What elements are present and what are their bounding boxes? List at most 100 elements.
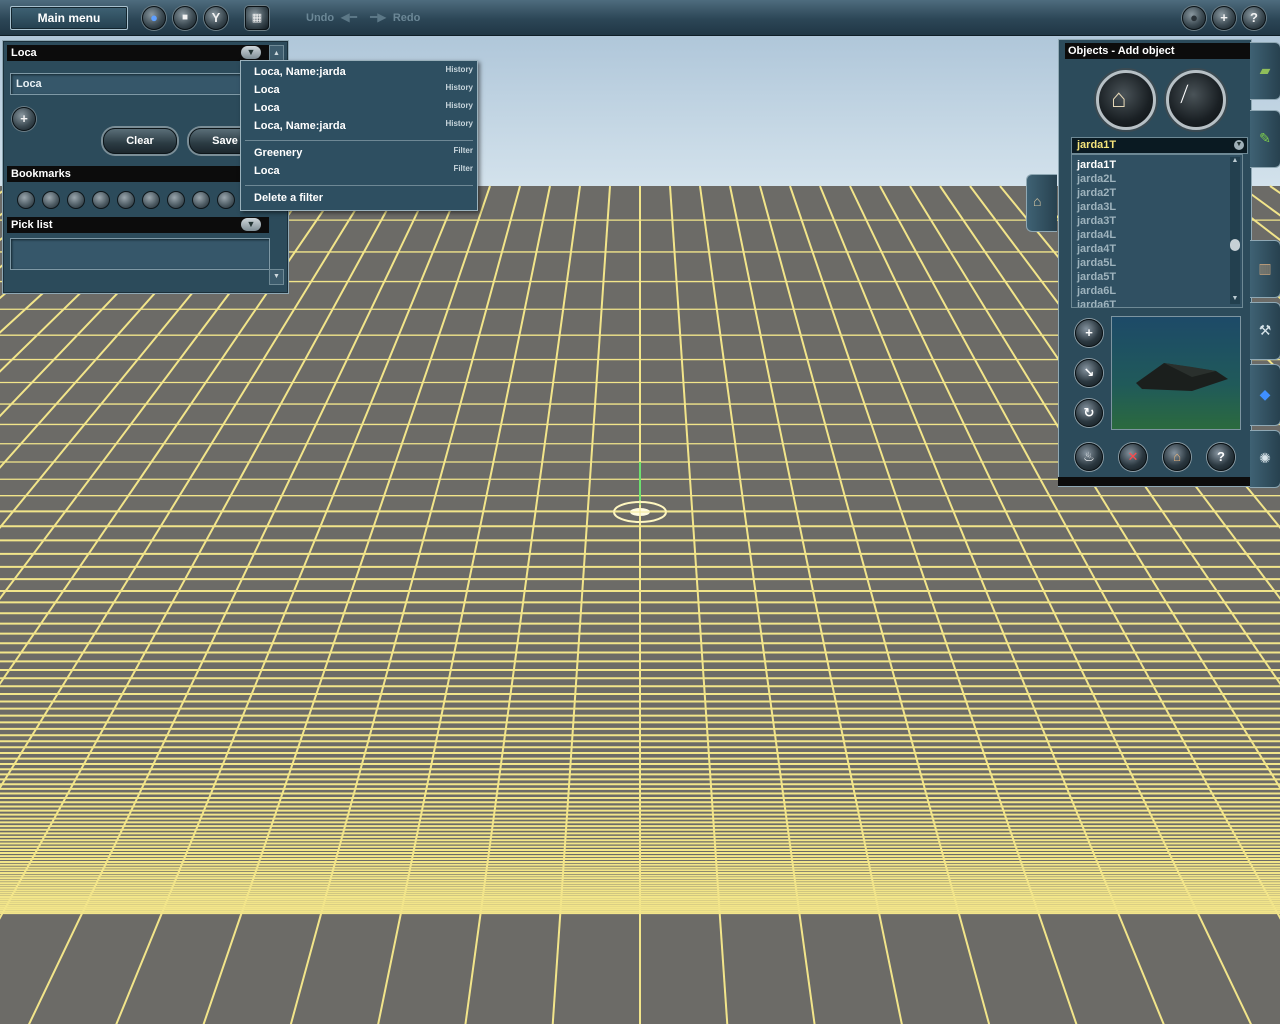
bookmark-slot[interactable] — [67, 191, 85, 209]
list-item[interactable]: jarda1T — [1077, 159, 1116, 171]
bookmark-slot[interactable] — [42, 191, 60, 209]
menu-item-history[interactable]: Loca, Name:jarda History — [241, 64, 477, 81]
bookmark-slot[interactable] — [142, 191, 160, 209]
menu-item-tag: History — [445, 83, 473, 92]
compass-icon: ⟋ — [1174, 82, 1196, 108]
object-list-scrollbar[interactable]: ▲ ▼ — [1230, 157, 1240, 304]
move-icon: ↘ — [1083, 365, 1095, 380]
menu-item-tag: History — [445, 65, 473, 74]
house-icon: ⌂ — [1111, 83, 1127, 113]
chevron-down-icon[interactable]: ▼ — [241, 46, 261, 59]
list-item[interactable]: jarda4L — [1077, 229, 1116, 241]
stop-button[interactable]: ■ — [173, 6, 197, 30]
list-item[interactable]: jarda4T — [1077, 243, 1116, 255]
rotate-icon: ↻ — [1083, 405, 1095, 420]
gear-icon: ✺ — [1259, 450, 1271, 466]
redo-arrow-icon: ━▶ — [370, 10, 390, 24]
scroll-up-icon[interactable]: ▲ — [1230, 157, 1240, 165]
add-filter-button[interactable]: + — [12, 107, 36, 131]
scroll-down-button[interactable]: ▼ — [269, 269, 284, 285]
object-list[interactable]: jarda1T jarda2L jarda2T jarda3L jarda3T … — [1071, 154, 1243, 308]
chevron-down-icon[interactable]: ▼ — [241, 218, 261, 231]
filter-field[interactable]: Loca — [10, 73, 270, 95]
menu-item-delete-filter[interactable]: Delete a filter — [241, 190, 477, 207]
add-object-mode-button[interactable]: ⌂ — [1096, 70, 1156, 130]
plus-icon: + — [20, 111, 28, 126]
list-item[interactable]: jarda5L — [1077, 257, 1116, 269]
filter-history-menu: Loca, Name:jarda History Loca History Lo… — [240, 60, 478, 211]
object-selector[interactable]: jarda1T ▼ — [1071, 137, 1248, 154]
list-item[interactable]: jarda5T — [1077, 271, 1116, 283]
brush-icon: ✎ — [1259, 130, 1271, 146]
menu-item-label: Loca — [254, 165, 280, 177]
tab-terrain[interactable]: ▰ — [1250, 42, 1280, 100]
help-icon: ? — [1217, 449, 1225, 464]
menu-item-label: Loca, Name:jarda — [254, 120, 346, 132]
filter-header-label: Loca — [11, 47, 37, 59]
fire-tool-button[interactable]: ♨ — [1075, 443, 1103, 471]
list-item[interactable]: jarda2T — [1077, 187, 1116, 199]
bookmark-slot[interactable] — [17, 191, 35, 209]
menu-item-tag: Filter — [453, 146, 473, 155]
list-item[interactable]: jarda6L — [1077, 285, 1116, 297]
route-button[interactable]: Y — [204, 6, 228, 30]
bookmark-slot[interactable] — [117, 191, 135, 209]
picklist-box[interactable] — [10, 238, 270, 270]
chevron-down-icon[interactable]: ▼ — [1234, 140, 1244, 150]
house-icon: ⌂ — [1033, 193, 1042, 209]
main-menu-button[interactable]: Main menu — [10, 6, 128, 30]
redo-button[interactable]: ━▶ Redo — [370, 10, 420, 24]
list-item[interactable]: jarda3L — [1077, 201, 1116, 213]
help-button[interactable]: ? — [1207, 443, 1235, 471]
edit-object-mode-button[interactable]: ⟋ — [1166, 70, 1226, 130]
tab-paint[interactable]: ✎ — [1250, 110, 1280, 168]
dot-icon: ● — [1190, 10, 1198, 25]
menu-item-history[interactable]: Loca History — [241, 100, 477, 117]
object-preview — [1111, 316, 1241, 430]
pick-object-button[interactable]: ⌂ — [1163, 443, 1191, 471]
list-item[interactable]: jarda3T — [1077, 215, 1116, 227]
terrain-icon: ▰ — [1259, 62, 1271, 78]
menu-item-history[interactable]: Loca, Name:jarda History — [241, 118, 477, 135]
scroll-thumb[interactable] — [1230, 239, 1240, 251]
undo-label: Undo — [306, 12, 335, 24]
rotate-tool-button[interactable]: ↻ — [1075, 399, 1103, 427]
undo-arrow-icon: ◀━ — [337, 10, 357, 24]
tab-tracks[interactable]: ▥ — [1250, 240, 1280, 298]
route-icon: Y — [211, 10, 221, 25]
clear-button[interactable]: Clear — [103, 128, 177, 154]
bookmark-slot[interactable] — [217, 191, 235, 209]
tab-water[interactable]: ◆ — [1250, 364, 1280, 426]
list-item[interactable]: jarda2L — [1077, 173, 1116, 185]
bookmark-slot[interactable] — [192, 191, 210, 209]
menu-item-tag: History — [445, 119, 473, 128]
add-tool-button[interactable]: + — [1075, 319, 1103, 347]
calculator-button[interactable]: ▦ — [245, 6, 269, 30]
add-button[interactable]: + — [1212, 6, 1236, 30]
tab-tools[interactable]: ⚒ — [1250, 302, 1280, 360]
undo-button[interactable]: Undo ◀━ — [306, 10, 357, 24]
collapsed-panel-tab[interactable]: ⌂ — [1026, 174, 1057, 232]
menu-item-label: Loca — [254, 84, 280, 96]
move-tool-button[interactable]: ↘ — [1075, 359, 1103, 387]
help-icon: ? — [1250, 10, 1258, 25]
calculator-icon: ▦ — [251, 12, 263, 24]
picklist-header-label: Pick list — [11, 219, 53, 231]
globe-button[interactable]: ● — [142, 6, 166, 30]
menu-item-history[interactable]: Loca History — [241, 82, 477, 99]
menu-separator — [245, 140, 473, 141]
menu-item-filter[interactable]: Loca Filter — [241, 163, 477, 180]
status-button[interactable]: ● — [1182, 6, 1206, 30]
list-item[interactable]: jarda6T — [1077, 299, 1116, 307]
help-button[interactable]: ? — [1242, 6, 1266, 30]
menu-item-label: Greenery — [254, 147, 303, 159]
eyedropper-icon: ⌂ — [1173, 449, 1181, 464]
scroll-down-icon[interactable]: ▼ — [1230, 295, 1240, 303]
top-toolbar: Main menu ● ■ Y ▦ Undo ◀━ ━▶ Redo ● + ? — [0, 0, 1280, 36]
objects-panel-title: Objects - Add object — [1065, 43, 1253, 59]
tab-settings[interactable]: ✺ — [1250, 430, 1280, 488]
menu-item-filter[interactable]: Greenery Filter — [241, 145, 477, 162]
bookmark-slot[interactable] — [167, 191, 185, 209]
delete-button[interactable]: ✕ — [1119, 443, 1147, 471]
bookmark-slot[interactable] — [92, 191, 110, 209]
